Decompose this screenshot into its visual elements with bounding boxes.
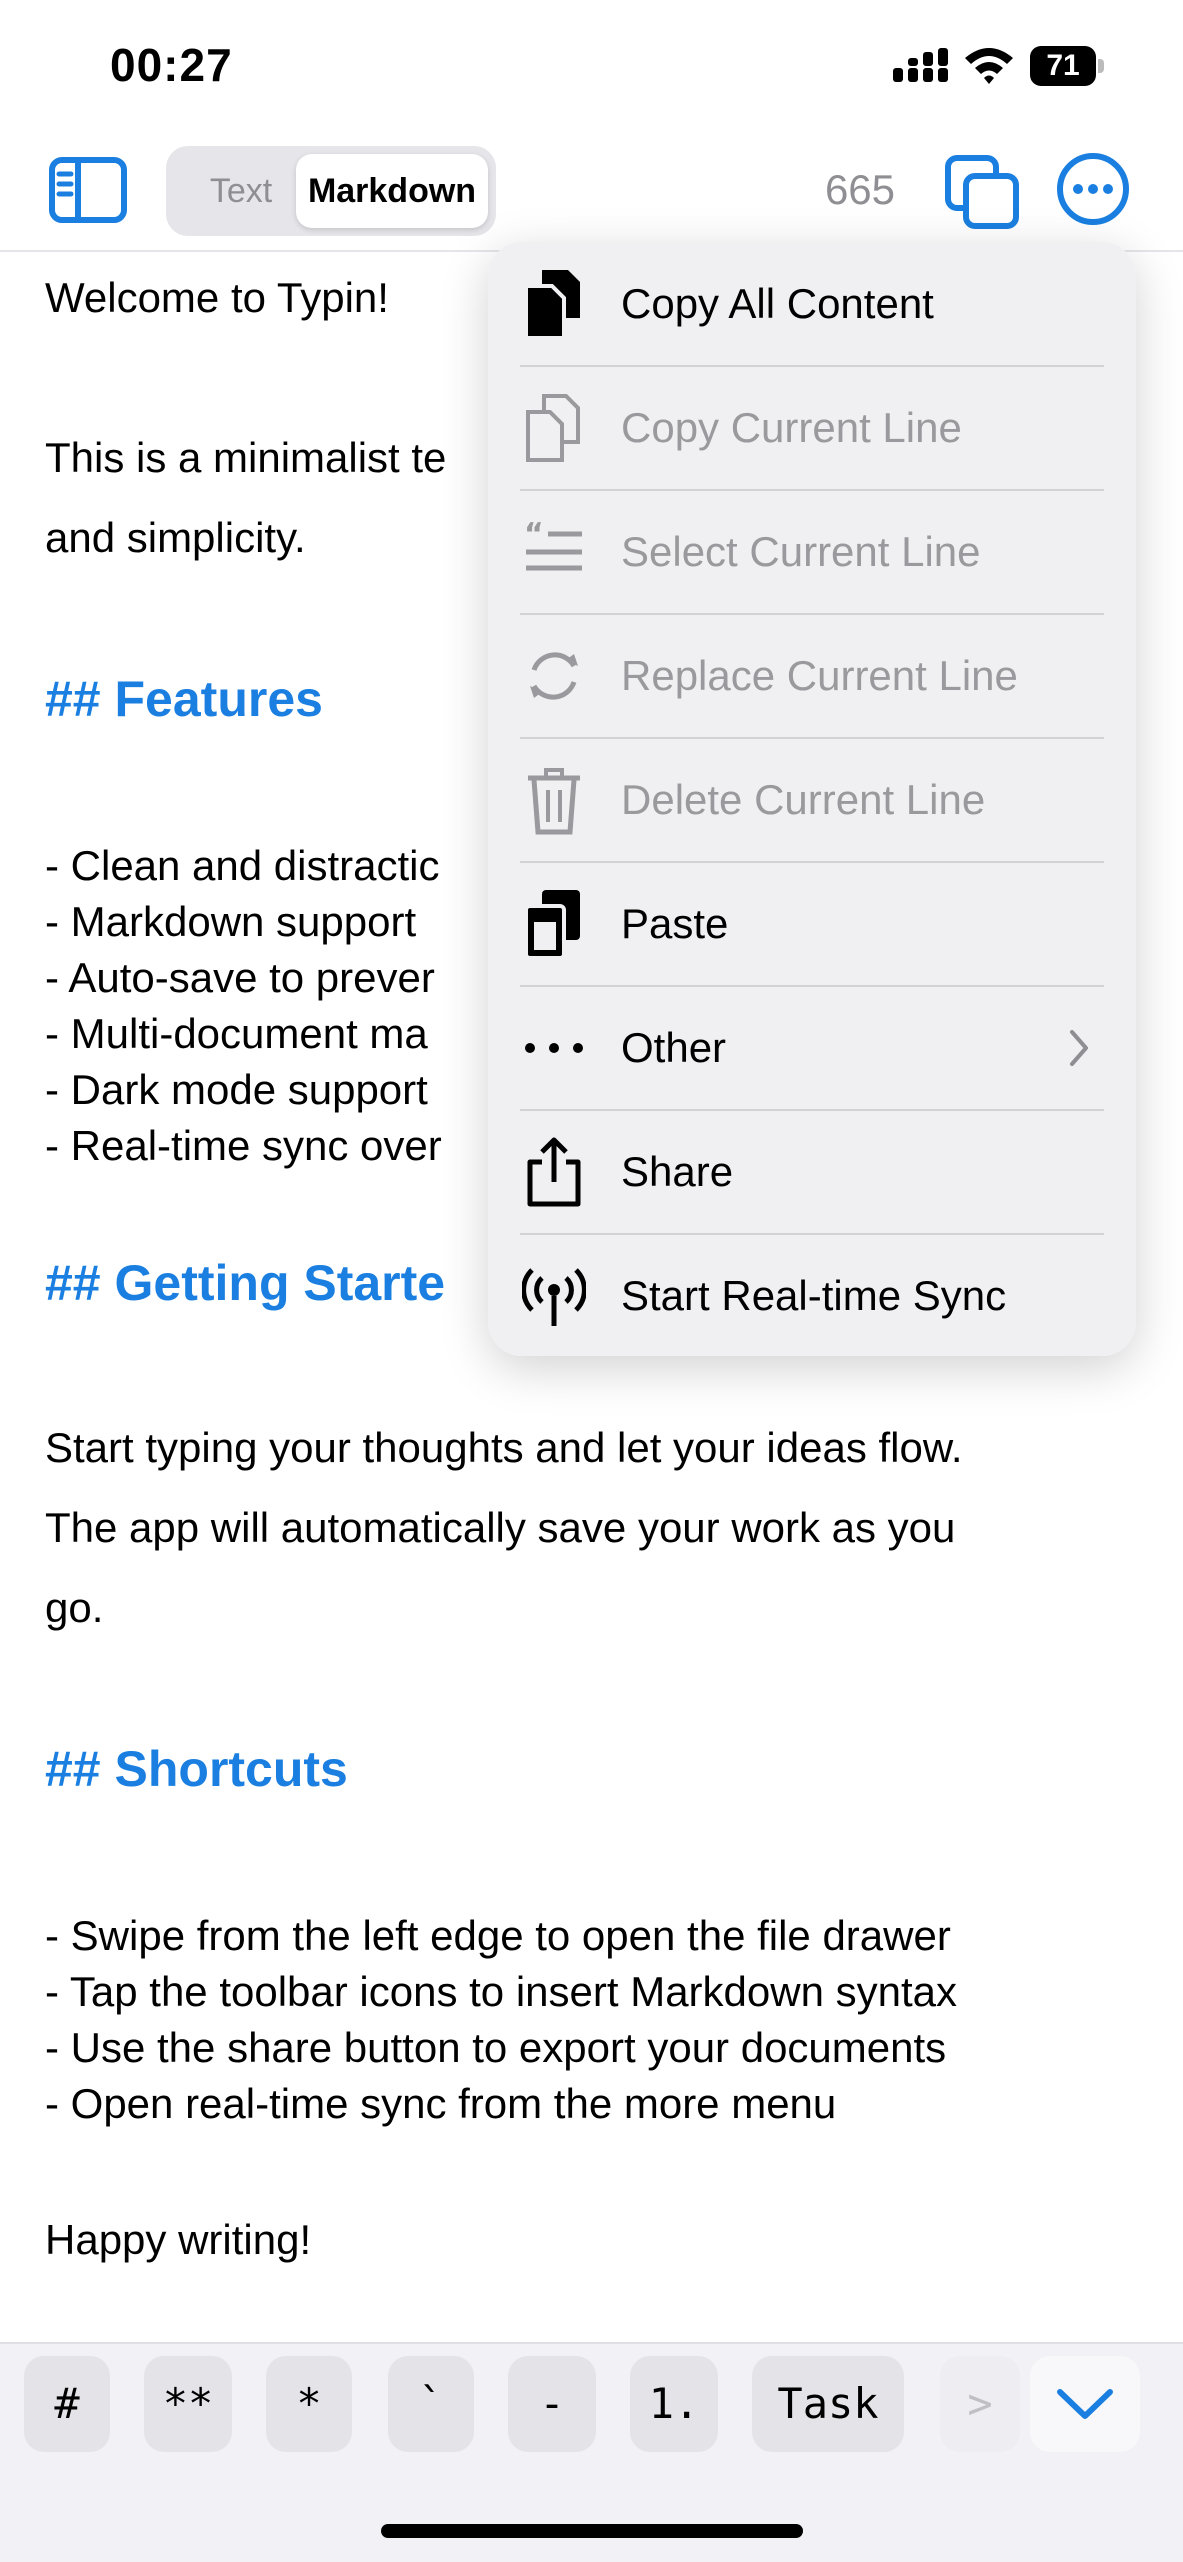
editor-heading: ## Shortcuts: [45, 1741, 348, 1797]
menu-item-label: Start Real-time Sync: [621, 1272, 1007, 1319]
cellular-signal-icon: [893, 48, 948, 82]
menu-item-share[interactable]: Share: [488, 1110, 1136, 1234]
status-time: 00:27: [110, 39, 233, 91]
mode-segmented-control: Text Markdown: [166, 146, 496, 236]
menu-item-delete-line: Delete Current Line: [488, 738, 1136, 862]
editor-line: Start typing your thoughts and let your …: [45, 1424, 963, 1471]
editor-line: - Real-time sync over: [45, 1122, 442, 1169]
more-menu: Copy All Content Copy Current Line “ Sel…: [488, 242, 1136, 1356]
editor-heading: ## Getting Starte: [45, 1255, 446, 1311]
editor-line: - Auto-save to prever: [45, 954, 435, 1001]
sidebar-icon[interactable]: [48, 156, 128, 224]
editor-line: - Use the share button to export your do…: [45, 2024, 947, 2071]
replace-icon: [530, 652, 578, 700]
editor-line: - Clean and distractic: [45, 842, 440, 889]
antenna-icon: [522, 1268, 586, 1326]
svg-text:“: “: [524, 517, 544, 552]
dismiss-keyboard-button[interactable]: [1030, 2356, 1140, 2452]
copy-line-icon: [526, 394, 580, 462]
character-count: 665: [824, 166, 896, 213]
menu-item-label: Share: [621, 1148, 734, 1195]
editor-line: This is a minimalist te: [45, 434, 447, 481]
chevron-right-icon: [1070, 1030, 1088, 1066]
menu-item-label: Delete Current Line: [621, 776, 986, 823]
task-key[interactable]: Task: [752, 2356, 904, 2452]
menu-item-replace-line: Replace Current Line: [488, 614, 1136, 738]
ellipsis-icon: [525, 1043, 583, 1053]
editor-line: The app will automatically save your wor…: [45, 1504, 956, 1551]
editor-line: - Markdown support: [45, 898, 417, 945]
trash-icon: [528, 768, 580, 835]
editor-line: - Multi-document ma: [45, 1010, 428, 1057]
ellipsis-circle-icon[interactable]: [1056, 152, 1130, 226]
tab-text[interactable]: Text: [176, 154, 306, 228]
menu-item-copy-all[interactable]: Copy All Content: [488, 242, 1136, 366]
menu-item-copy-line: Copy Current Line: [488, 366, 1136, 490]
battery-icon: 71: [1030, 46, 1104, 86]
tab-markdown[interactable]: Markdown: [296, 154, 488, 228]
paste-icon: [524, 890, 580, 960]
menu-item-label: Paste: [621, 900, 729, 947]
code-key[interactable]: `: [388, 2356, 474, 2452]
chevron-down-icon: [1057, 2389, 1113, 2419]
battery-level: 71: [1046, 49, 1080, 82]
editor-line: - Dark mode support: [45, 1066, 428, 1113]
menu-item-label: Copy Current Line: [621, 404, 962, 451]
editor-line: go.: [45, 1584, 104, 1631]
share-icon: [527, 1137, 581, 1207]
menu-item-select-line: “ Select Current Line: [488, 490, 1136, 614]
list-key[interactable]: -: [508, 2356, 596, 2452]
editor-line: - Open real-time sync from the more menu: [45, 2080, 837, 2127]
menu-item-other[interactable]: Other: [488, 986, 1136, 1110]
menu-item-label: Other: [621, 1024, 727, 1071]
editor-line: Happy writing!: [45, 2216, 312, 2263]
editor-line: Welcome to Typin!: [45, 274, 389, 321]
wifi-icon: [965, 48, 1013, 84]
status-bar: 00:27 71: [0, 0, 1183, 130]
copy-icon[interactable]: [944, 154, 1020, 230]
select-line-icon: “: [524, 517, 582, 571]
copy-all-icon: [524, 270, 580, 340]
menu-item-label: Select Current Line: [621, 528, 981, 575]
numbered-list-key[interactable]: 1.: [630, 2356, 718, 2452]
editor-line: - Tap the toolbar icons to insert Markdo…: [45, 1968, 958, 2015]
quote-key[interactable]: >: [940, 2356, 1020, 2452]
menu-item-paste[interactable]: Paste: [488, 862, 1136, 986]
editor-heading: ## Features: [45, 671, 323, 727]
top-toolbar: Text Markdown 665: [0, 130, 1183, 252]
menu-item-label: Copy All Content: [621, 280, 934, 327]
home-indicator: [381, 2524, 803, 2538]
bold-key[interactable]: **: [144, 2356, 232, 2452]
editor-line: - Swipe from the left edge to open the f…: [45, 1912, 951, 1959]
heading-key[interactable]: #: [24, 2356, 110, 2452]
menu-item-label: Replace Current Line: [621, 652, 1018, 699]
editor-line: and simplicity.: [45, 514, 306, 561]
menu-item-start-sync[interactable]: Start Real-time Sync: [488, 1234, 1136, 1358]
italic-key[interactable]: *: [266, 2356, 352, 2452]
